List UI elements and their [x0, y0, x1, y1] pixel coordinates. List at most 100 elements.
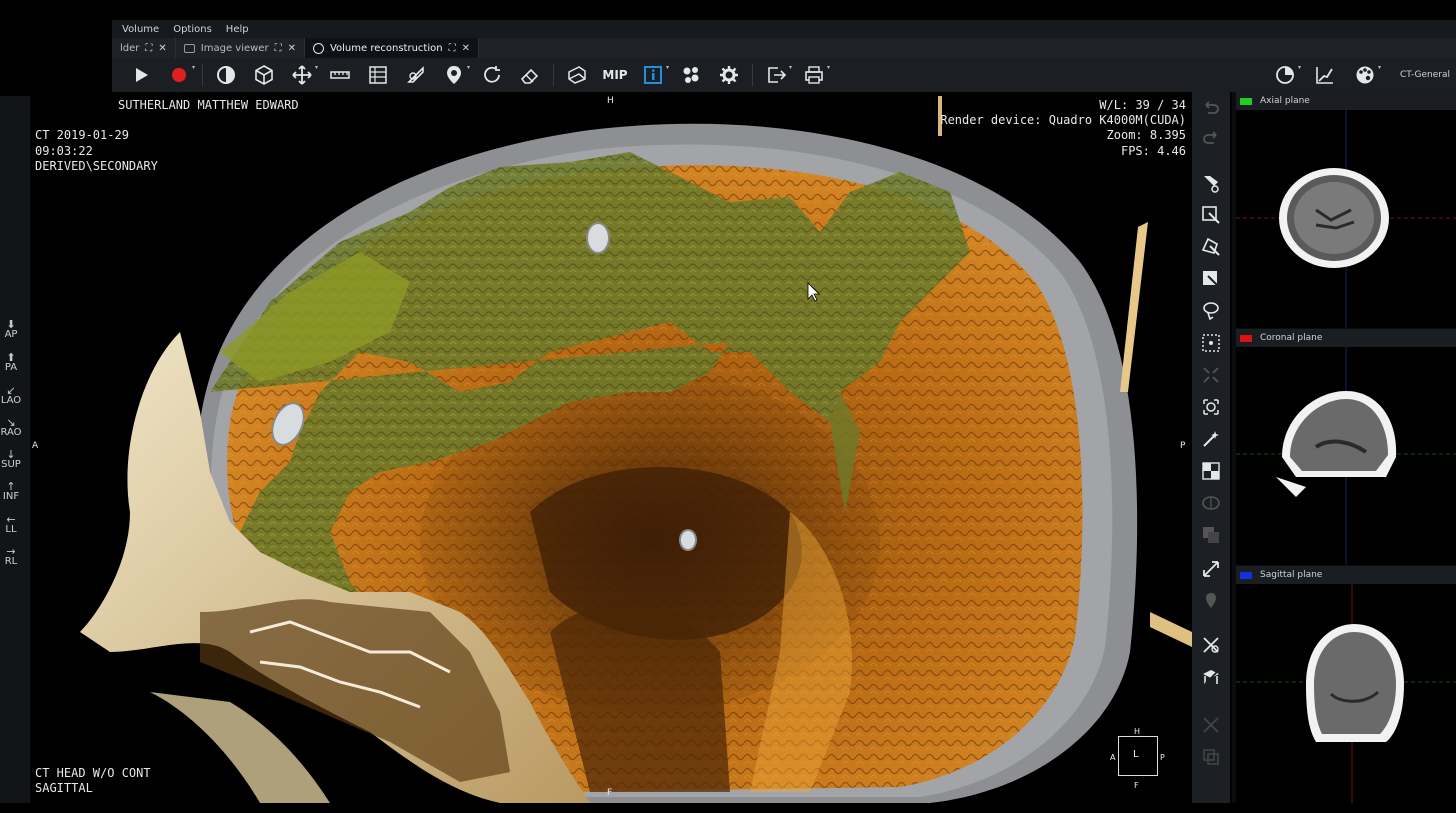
orient-rl-label: RL: [4, 556, 18, 567]
menu-help[interactable]: Help: [226, 24, 249, 35]
orient-ll-button[interactable]: ← LL: [0, 514, 22, 535]
segments-icon: [683, 67, 699, 83]
zoom-readout: Zoom: 8.395: [1106, 128, 1186, 142]
move-button[interactable]: ▾: [283, 60, 321, 90]
export-button[interactable]: ▾: [757, 60, 795, 90]
scalpel-button[interactable]: [397, 60, 435, 90]
box-cut-icon: [1202, 206, 1220, 224]
map-pin-icon: [447, 66, 461, 84]
orientation-cube-bottom: F: [1134, 781, 1139, 790]
menu-volume[interactable]: Volume: [122, 24, 159, 35]
magic-wand-button[interactable]: [1198, 426, 1224, 452]
edge-marker-right: P: [1180, 441, 1186, 451]
orient-sup-button[interactable]: ↓ SUP: [0, 449, 22, 470]
coronal-plane-view[interactable]: Coronal plane: [1236, 329, 1456, 565]
tab-image-viewer[interactable]: Image viewer ⛶ ✕: [176, 38, 305, 58]
rotate-button[interactable]: [473, 60, 511, 90]
orient-lao-button[interactable]: ↙ LAO: [0, 385, 22, 406]
clear-cut-icon: [1203, 637, 1219, 653]
disabled-cut-icon: [1203, 717, 1219, 733]
disabled-tool-1[interactable]: [1198, 712, 1224, 738]
orient-pa-button[interactable]: ⬆ PA: [0, 352, 22, 373]
info-icon: [644, 66, 662, 84]
redo-button[interactable]: [1198, 124, 1224, 150]
box-cut-tool-button[interactable]: [1198, 202, 1224, 228]
close-icon[interactable]: ✕: [288, 43, 296, 54]
ruler-button[interactable]: [321, 60, 359, 90]
series-orientation: SAGITTAL: [35, 781, 93, 795]
ruler-icon: [330, 71, 350, 79]
close-icon[interactable]: ✕: [158, 43, 166, 54]
orient-inf-button[interactable]: ↑ INF: [0, 481, 22, 502]
play-button[interactable]: [122, 60, 160, 90]
axial-plane-view[interactable]: Axial plane: [1236, 92, 1456, 328]
sagittal-color-swatch: [1240, 571, 1252, 579]
segments-button[interactable]: [672, 60, 710, 90]
printer-icon: [805, 66, 823, 84]
preset-label[interactable]: CT-General: [1400, 70, 1450, 80]
volume-icon: [312, 42, 324, 54]
orientation-cube-right: P: [1160, 753, 1165, 762]
menu-options[interactable]: Options: [173, 24, 212, 35]
edge-marker-bottom: F: [607, 788, 613, 798]
coronal-slice-image: [1236, 347, 1456, 565]
tab-folder-label: lder: [120, 42, 140, 54]
sagittal-plane-view[interactable]: Sagittal plane: [1236, 566, 1456, 803]
lasso-tool-button[interactable]: [1198, 298, 1224, 324]
close-icon[interactable]: ✕: [462, 43, 470, 54]
pin-button[interactable]: [1198, 588, 1224, 614]
axial-color-swatch: [1240, 97, 1252, 105]
table-remove-button[interactable]: [1198, 664, 1224, 690]
palette-button[interactable]: ▾: [1346, 60, 1384, 90]
settings-button[interactable]: [710, 60, 748, 90]
lasso-icon: [1203, 302, 1219, 321]
brain-tool-button[interactable]: [1198, 490, 1224, 516]
mpr-planes-panel: Axial plane Coronal plane Sagittal plane: [1232, 92, 1456, 803]
undo-button[interactable]: [1198, 94, 1224, 120]
sagittal-slice-image: [1236, 584, 1456, 803]
slice-button[interactable]: [558, 60, 596, 90]
maximize-icon[interactable]: ⛶: [275, 43, 282, 54]
info-button[interactable]: ▾: [634, 60, 672, 90]
orient-rl-button[interactable]: → RL: [0, 546, 22, 567]
maximize-icon[interactable]: ⛶: [145, 43, 152, 54]
orientation-cube[interactable]: L: [1118, 736, 1158, 776]
record-button[interactable]: ▾: [160, 60, 198, 90]
orientation-cube-top: H: [1134, 727, 1141, 736]
print-button[interactable]: ▾: [795, 60, 833, 90]
window-level-button[interactable]: ▾: [1266, 60, 1304, 90]
disabled-tool-2[interactable]: [1198, 744, 1224, 770]
marker-button[interactable]: ▾: [435, 60, 473, 90]
table-remove-icon: [1203, 670, 1219, 685]
tab-volume-reconstruction[interactable]: Volume reconstruction ⛶ ✕: [304, 38, 479, 58]
cube-button[interactable]: [245, 60, 283, 90]
expand-button[interactable]: [1198, 556, 1224, 582]
render-device-readout: Render device: Quadro K4000M(CUDA): [940, 113, 1186, 127]
clear-cut-button[interactable]: [1198, 632, 1224, 658]
orient-ll-label: LL: [5, 524, 17, 535]
select-region-button[interactable]: [1198, 330, 1224, 356]
tab-image-viewer-label: Image viewer: [200, 42, 269, 54]
undo-icon: [1205, 101, 1219, 114]
maximize-icon[interactable]: ⛶: [449, 43, 456, 54]
threshold-button[interactable]: [1198, 458, 1224, 484]
volume-render-viewport[interactable]: SUTHERLAND MATTHEW EDWARD CT 2019-01-29 …: [30, 92, 1192, 803]
layers-button[interactable]: [1198, 522, 1224, 548]
tab-folder[interactable]: lder ⛶ ✕: [112, 38, 176, 58]
orient-rao-button[interactable]: ↘ RAO: [0, 417, 22, 438]
fill-cut-tool-button[interactable]: [1198, 266, 1224, 292]
scalpel-icon: [407, 66, 424, 83]
curve-button[interactable]: [1306, 60, 1344, 90]
shrink-button[interactable]: [1198, 362, 1224, 388]
eraser-button[interactable]: [511, 60, 549, 90]
contrast-button[interactable]: [207, 60, 245, 90]
poly-cut-tool-button[interactable]: [1198, 234, 1224, 260]
sagittal-plane-label: Sagittal plane: [1260, 570, 1323, 580]
patient-name: SUTHERLAND MATTHEW EDWARD: [118, 98, 299, 112]
mip-button[interactable]: MIP: [596, 60, 634, 90]
orient-ap-button[interactable]: ⬇ AP: [0, 319, 22, 340]
crop-button[interactable]: [359, 60, 397, 90]
cut-tool-button[interactable]: [1198, 170, 1224, 196]
orient-inf-label: INF: [2, 491, 20, 502]
head-select-button[interactable]: [1198, 394, 1224, 420]
